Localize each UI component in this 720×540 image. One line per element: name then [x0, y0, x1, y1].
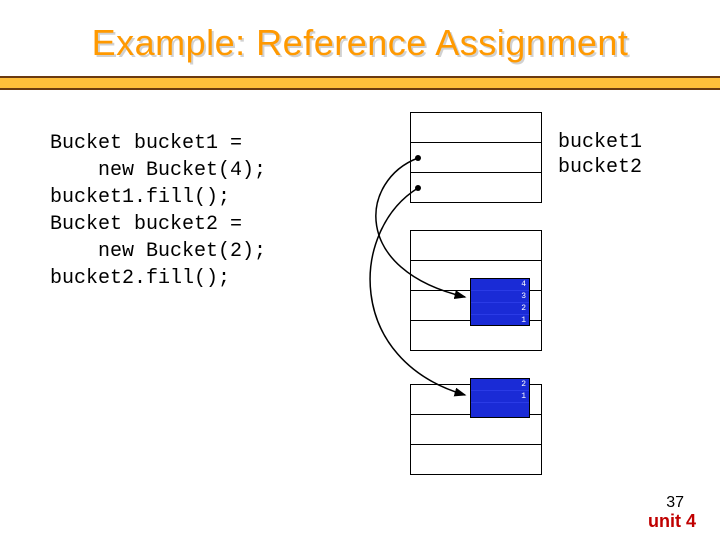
chunk-value: 4 [521, 279, 526, 291]
slide-title: Example: Reference Assignment [0, 22, 720, 64]
code-line: Bucket bucket2 = [50, 213, 242, 236]
memory-cell [410, 230, 542, 261]
chunk-value: 2 [521, 379, 526, 391]
code-line: new Bucket(4); [50, 159, 266, 182]
memory-gap [410, 202, 542, 230]
label-bucket2: bucket2 [558, 155, 642, 180]
slide: { "title": "Example: Reference Assignmen… [0, 0, 720, 540]
chunk-value: 1 [521, 315, 526, 327]
object-bucket2: 2 1 [470, 378, 530, 418]
memory-cell [410, 142, 542, 173]
variable-labels: bucket1 bucket2 [558, 130, 642, 180]
chunk-value: 1 [521, 391, 526, 403]
label-bucket1: bucket1 [558, 130, 642, 155]
code-line: new Bucket(2); [50, 240, 266, 263]
chunk-value: 2 [521, 303, 526, 315]
slide-number: 37 [666, 494, 684, 512]
code-line: Bucket bucket1 = [50, 132, 242, 155]
memory-cell [410, 414, 542, 445]
memory-cell [410, 444, 542, 475]
object-bucket1: 4 3 2 1 [470, 278, 530, 326]
memory-cell [410, 112, 542, 143]
code-line: bucket1.fill(); [50, 186, 230, 209]
chunk-value: 3 [521, 291, 526, 303]
memory-cell [410, 172, 542, 203]
code-line: bucket2.fill(); [50, 267, 230, 290]
title-bar-inner [0, 78, 720, 88]
code-block: Bucket bucket1 = new Bucket(4); bucket1.… [50, 130, 266, 292]
unit-label: unit 4 [648, 511, 696, 532]
